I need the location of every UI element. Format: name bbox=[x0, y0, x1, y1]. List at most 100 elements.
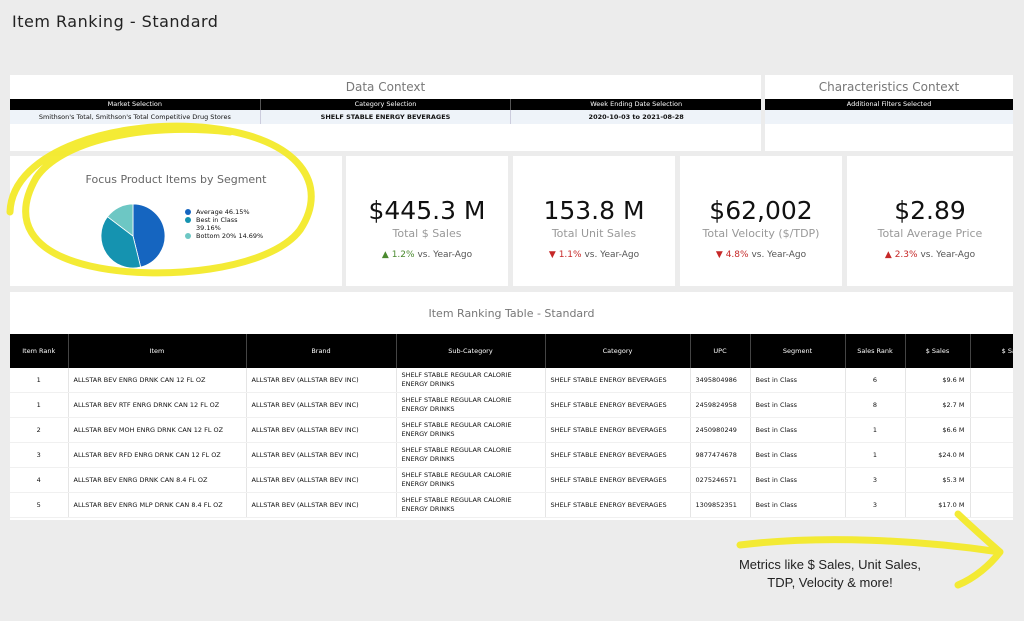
cell-brand: ALLSTAR BEV (ALLSTAR BEV INC) bbox=[246, 368, 397, 393]
down-arrow-icon: ▼ bbox=[715, 250, 723, 260]
cell-upc: 2450980249 bbox=[690, 417, 751, 443]
column-header-brand[interactable]: Brand bbox=[246, 334, 397, 368]
cell-dollar-sales-year-ago: $2 bbox=[970, 442, 1013, 468]
column-header-upc[interactable]: UPC bbox=[690, 334, 751, 368]
kpi-change: ▲ 1.2% vs. Year-Ago bbox=[346, 250, 508, 260]
kpi-change-pct: 1.1% bbox=[558, 250, 582, 260]
cell-upc: 2459824958 bbox=[690, 392, 751, 418]
cell-segment: Best in Class bbox=[750, 442, 846, 468]
kpi-value: $2.89 bbox=[894, 196, 966, 225]
cell-item-rank: 5 bbox=[10, 492, 69, 518]
legend-label-best-in-class: Best in Class bbox=[196, 216, 238, 224]
table-row[interactable]: 1 ALLSTAR BEV ENRG DRNK CAN 12 FL OZ ALL… bbox=[10, 368, 1013, 393]
kpi-label: Total $ Sales bbox=[392, 227, 462, 240]
cell-category: SHELF STABLE ENERGY BEVERAGES bbox=[545, 392, 691, 418]
table-row[interactable]: 2 ALLSTAR BEV MOH ENRG DRNK CAN 12 FL OZ… bbox=[10, 417, 1013, 443]
cell-dollar-sales: $5.3 M bbox=[905, 467, 971, 493]
kpi-change-suffix: vs. Year-Ago bbox=[751, 250, 807, 260]
kpi-change-suffix: vs. Year-Ago bbox=[920, 250, 976, 260]
item-ranking-table-panel: Item Ranking Table - Standard Item Rank … bbox=[10, 292, 1013, 520]
cell-brand: ALLSTAR BEV (ALLSTAR BEV INC) bbox=[246, 392, 397, 418]
category-selection-value[interactable]: SHELF STABLE ENERGY BEVERAGES bbox=[261, 110, 512, 124]
kpi-change: ▼ 4.8% vs. Year-Ago bbox=[680, 250, 842, 260]
cell-sub-category: SHELF STABLE REGULAR CALORIE ENERGY DRIN… bbox=[396, 467, 546, 493]
table-row[interactable]: 4 ALLSTAR BEV ENRG DRNK CAN 8.4 FL OZ AL… bbox=[10, 467, 1013, 493]
cell-brand: ALLSTAR BEV (ALLSTAR BEV INC) bbox=[246, 442, 397, 468]
cell-item-rank: 1 bbox=[10, 392, 69, 418]
data-context-value-row: Smithson's Total, Smithson's Total Compe… bbox=[10, 110, 761, 124]
cell-sales-rank: 3 bbox=[845, 467, 906, 493]
cell-upc: 0275246571 bbox=[690, 467, 751, 493]
cell-item: ALLSTAR BEV MOH ENRG DRNK CAN 12 FL OZ bbox=[68, 417, 247, 443]
cell-item: ALLSTAR BEV ENRG MLP DRNK CAN 8.4 FL OZ bbox=[68, 492, 247, 518]
kpi-change-pct: 1.2% bbox=[391, 250, 415, 260]
legend-label-average: Average bbox=[196, 208, 223, 216]
column-header-dollar-sales-year-ago[interactable]: $ Sales Yea bbox=[970, 334, 1013, 368]
cell-brand: ALLSTAR BEV (ALLSTAR BEV INC) bbox=[246, 492, 397, 518]
cell-segment: Best in Class bbox=[750, 417, 846, 443]
data-context-title: Data Context bbox=[345, 80, 426, 94]
kpi-value: $62,002 bbox=[709, 196, 813, 225]
pie-legend: Average 46.15% Best in Class 39.16% Botto… bbox=[185, 208, 263, 240]
focus-chart-title: Focus Product Items by Segment bbox=[85, 173, 267, 186]
cell-category: SHELF STABLE ENERGY BEVERAGES bbox=[545, 467, 691, 493]
cell-category: SHELF STABLE ENERGY BEVERAGES bbox=[545, 492, 691, 518]
kpi-change-suffix: vs. Year-Ago bbox=[584, 250, 640, 260]
legend-dot-best-in-class bbox=[185, 217, 191, 223]
up-arrow-icon: ▲ bbox=[884, 250, 892, 260]
cell-dollar-sales-year-ago: $ bbox=[970, 467, 1013, 493]
kpi-label: Total Velocity ($/TDP) bbox=[702, 227, 820, 240]
legend-item-bottom-20: Bottom 20% 14.69% bbox=[185, 232, 263, 240]
cell-item-rank: 2 bbox=[10, 417, 69, 443]
kpi-change: ▼ 1.1% vs. Year-Ago bbox=[513, 250, 675, 260]
cell-segment: Best in Class bbox=[750, 492, 846, 518]
legend-pct-bottom-20: 14.69% bbox=[238, 232, 264, 240]
kpi-total-average-price: $2.89 Total Average Price ▲ 2.3% vs. Yea… bbox=[847, 156, 1013, 286]
cell-dollar-sales: $17.0 M bbox=[905, 492, 971, 518]
cell-dollar-sales-year-ago: $ bbox=[970, 392, 1013, 418]
week-ending-value[interactable]: 2020-10-03 to 2021-08-28 bbox=[511, 110, 761, 124]
table-row[interactable]: 1 ALLSTAR BEV RTF ENRG DRNK CAN 12 FL OZ… bbox=[10, 392, 1013, 418]
cell-item: ALLSTAR BEV RTF ENRG DRNK CAN 12 FL OZ bbox=[68, 392, 247, 418]
column-header-segment[interactable]: Segment bbox=[750, 334, 846, 368]
market-selection-value[interactable]: Smithson's Total, Smithson's Total Compe… bbox=[10, 110, 261, 124]
focus-segment-panel: Focus Product Items by Segment Average 4… bbox=[10, 156, 342, 286]
cell-dollar-sales: $6.6 M bbox=[905, 417, 971, 443]
column-header-dollar-sales[interactable]: $ Sales bbox=[905, 334, 971, 368]
table-row[interactable]: 3 ALLSTAR BEV RFD ENRG DRNK CAN 12 FL OZ… bbox=[10, 442, 1013, 468]
cell-item: ALLSTAR BEV RFD ENRG DRNK CAN 12 FL OZ bbox=[68, 442, 247, 468]
segment-pie-chart[interactable] bbox=[98, 201, 168, 271]
cell-segment: Best in Class bbox=[750, 368, 846, 393]
column-header-item-rank[interactable]: Item Rank bbox=[10, 334, 69, 368]
legend-label-bottom-20: Bottom 20% bbox=[196, 232, 237, 240]
category-selection-header: Category Selection bbox=[261, 99, 512, 110]
column-header-category[interactable]: Category bbox=[545, 334, 691, 368]
table-row[interactable]: 5 ALLSTAR BEV ENRG MLP DRNK CAN 8.4 FL O… bbox=[10, 492, 1013, 518]
table-header-row: Item Rank Item Brand Sub-Category Catego… bbox=[10, 334, 1013, 368]
additional-filters-header: Additional Filters Selected bbox=[846, 100, 932, 108]
down-arrow-icon: ▼ bbox=[548, 250, 556, 260]
cell-item-rank: 1 bbox=[10, 368, 69, 393]
legend-item-average: Average 46.15% bbox=[185, 208, 263, 216]
annotation-line-1: Metrics like $ Sales, Unit Sales, bbox=[738, 557, 922, 572]
kpi-label: Total Average Price bbox=[877, 227, 983, 240]
cell-category: SHELF STABLE ENERGY BEVERAGES bbox=[545, 417, 691, 443]
column-header-item[interactable]: Item bbox=[68, 334, 247, 368]
cell-brand: ALLSTAR BEV (ALLSTAR BEV INC) bbox=[246, 417, 397, 443]
additional-filters-value[interactable] bbox=[765, 110, 1013, 124]
cell-dollar-sales-year-ago: $7 bbox=[970, 492, 1013, 518]
cell-sub-category: SHELF STABLE REGULAR CALORIE ENERGY DRIN… bbox=[396, 442, 546, 468]
characteristics-value-row bbox=[765, 110, 1013, 124]
cell-segment: Best in Class bbox=[750, 467, 846, 493]
data-context-header-row: Market Selection Category Selection Week… bbox=[10, 99, 761, 110]
column-header-sub-category[interactable]: Sub-Category bbox=[396, 334, 546, 368]
column-header-sales-rank[interactable]: Sales Rank bbox=[845, 334, 906, 368]
cell-sub-category: SHELF STABLE REGULAR CALORIE ENERGY DRIN… bbox=[396, 417, 546, 443]
kpi-value: 153.8 M bbox=[543, 196, 645, 225]
cell-dollar-sales-year-ago: $ bbox=[970, 417, 1013, 443]
cell-sub-category: SHELF STABLE REGULAR CALORIE ENERGY DRIN… bbox=[396, 368, 546, 393]
week-ending-header: Week Ending Date Selection bbox=[590, 100, 683, 108]
cell-upc: 9877474678 bbox=[690, 442, 751, 468]
cell-dollar-sales-year-ago: $ bbox=[970, 368, 1013, 393]
item-ranking-table: Item Rank Item Brand Sub-Category Catego… bbox=[10, 334, 1013, 518]
